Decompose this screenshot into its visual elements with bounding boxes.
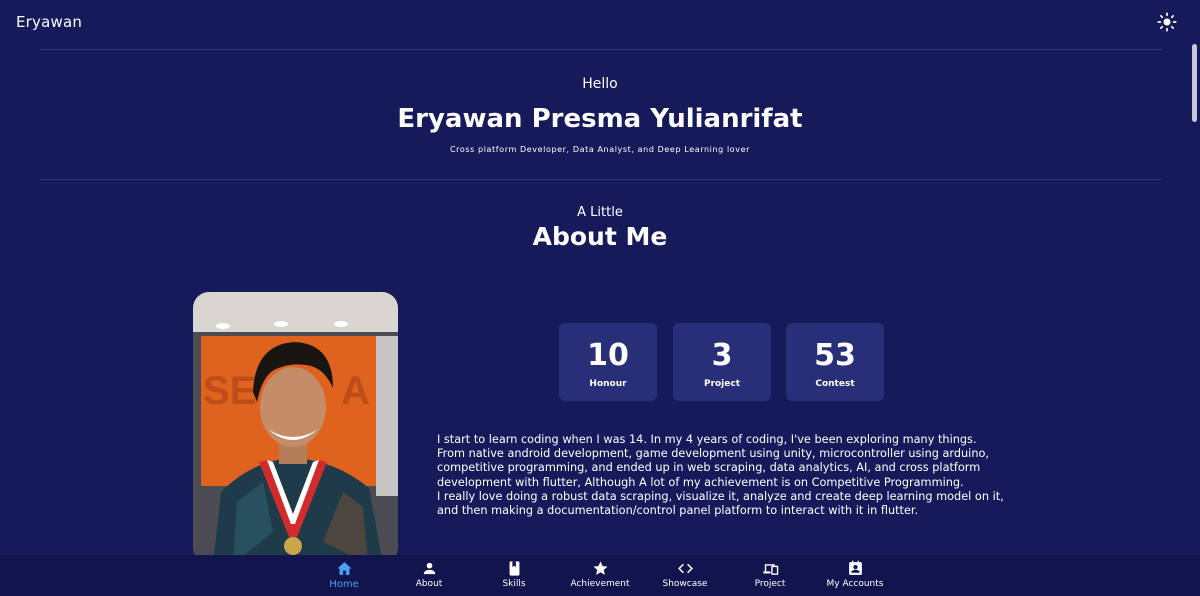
- nav-label: My Accounts: [826, 579, 884, 589]
- nav-item-project[interactable]: Project: [727, 555, 813, 596]
- stat-label: Honour: [589, 379, 627, 389]
- nav-label: About: [415, 579, 443, 589]
- hero-tagline: Cross platform Developer, Data Analyst, …: [449, 145, 751, 154]
- bio-line: competitive programming, and ended up in…: [437, 461, 981, 475]
- bottom-navigation: Home About Skills Achievement Showcase P…: [0, 555, 1200, 596]
- star-icon: [592, 561, 608, 575]
- hero-name: Eryawan Presma Yulianrifat: [397, 104, 803, 134]
- top-app-bar: Eryawan: [0, 0, 1200, 44]
- bio-line: I start to learn coding when I was 14. I…: [437, 433, 977, 446]
- nav-item-achievement[interactable]: Achievement: [557, 555, 643, 596]
- nav-item-showcase[interactable]: Showcase: [642, 555, 728, 596]
- theme-toggle-button[interactable]: [1156, 11, 1178, 33]
- stat-value: 10: [587, 338, 629, 373]
- person-icon: [423, 562, 435, 575]
- profile-photo-illustration: SE A: [193, 292, 398, 564]
- stat-value: 3: [711, 338, 733, 373]
- nav-label: Project: [754, 579, 786, 589]
- bio-line: and then making a documentation/control …: [437, 504, 919, 518]
- code-icon: [677, 563, 693, 574]
- bio-line: development with flutter, Although A lot…: [437, 475, 964, 489]
- sun-icon: [1157, 12, 1177, 32]
- profile-photo: SE A: [193, 292, 398, 564]
- header-divider: [40, 49, 1162, 50]
- book-icon: [509, 561, 519, 576]
- about-bio: I start to learn coding when I was 14. I…: [437, 433, 1017, 518]
- devices-icon: [762, 564, 778, 575]
- stat-label: Project: [703, 379, 741, 389]
- home-icon: [336, 562, 352, 575]
- stat-label: Contest: [815, 379, 855, 389]
- about-title: About Me: [532, 222, 668, 251]
- stat-value: 53: [814, 338, 856, 373]
- nav-item-home[interactable]: Home: [301, 555, 387, 596]
- scrollbar-thumb[interactable]: [1192, 44, 1197, 122]
- brand-title[interactable]: Eryawan: [16, 13, 82, 31]
- bio-line: I really love doing a robust data scrapi…: [437, 489, 1004, 503]
- hero-greeting: Hello: [582, 76, 618, 92]
- nav-label: Skills: [502, 579, 526, 589]
- nav-item-skills[interactable]: Skills: [471, 555, 557, 596]
- contact-icon: [848, 560, 862, 575]
- nav-label: Achievement: [570, 579, 630, 589]
- svg-text:A: A: [341, 369, 370, 413]
- nav-item-my-accounts[interactable]: My Accounts: [812, 555, 898, 596]
- bio-line: From native android development, game de…: [437, 447, 989, 461]
- nav-item-about[interactable]: About: [386, 555, 472, 596]
- about-kicker: A Little: [577, 205, 623, 220]
- svg-text:SE: SE: [203, 369, 256, 413]
- stat-card-honour: 10 Honour: [559, 323, 657, 401]
- nav-label: Home: [329, 579, 359, 590]
- nav-label: Showcase: [662, 579, 708, 589]
- page-scrollbar[interactable]: [1190, 44, 1198, 554]
- stat-card-project: 3 Project: [673, 323, 771, 401]
- section-divider: [40, 179, 1162, 180]
- stat-card-contest: 53 Contest: [786, 323, 884, 401]
